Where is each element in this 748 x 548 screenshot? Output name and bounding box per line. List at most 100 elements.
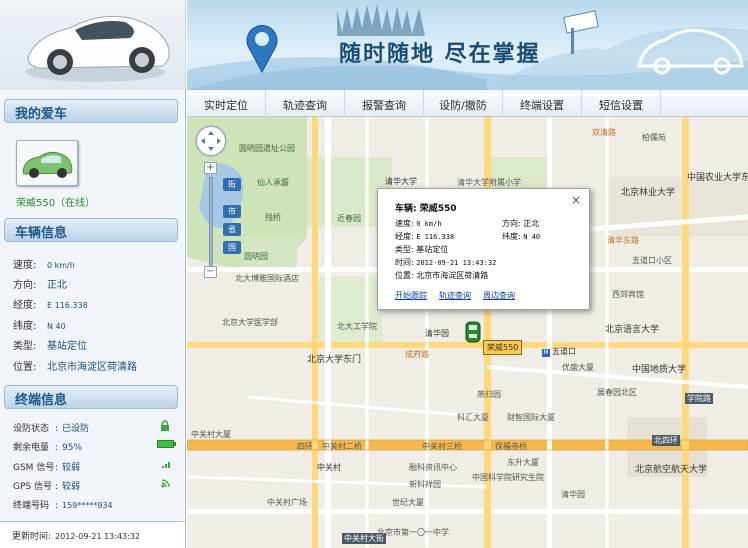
my-car-thumbnail[interactable] [16, 140, 78, 186]
header: 随时随地 尽在掌握 [0, 0, 748, 90]
map-label: 清华园 [425, 329, 449, 338]
battery-row: 剩余电量:95% [13, 440, 176, 453]
car-marker-icon [465, 321, 481, 343]
map-label: 北京航空航天大学 [635, 465, 708, 475]
battery-icon [157, 440, 176, 448]
close-icon[interactable]: × [571, 193, 581, 207]
lock-icon [161, 420, 169, 431]
terminal-info-header: 终端信息 [4, 385, 178, 409]
zoom-level-country[interactable]: 国 [223, 241, 241, 254]
map-label: 世纪大厦 [392, 498, 424, 507]
map-label: 中关村 [317, 463, 341, 472]
map-label: 北京大学医学部 [222, 318, 278, 327]
gps-signal-row: GPS 信号: 较弱 [13, 479, 170, 492]
tab-realtime-location[interactable]: 实时定位 [187, 90, 266, 117]
map-label: 财智国际大厦 [507, 413, 555, 422]
map-label: 科汇大厦 [457, 413, 489, 422]
zoom-level-province[interactable]: 省 [223, 223, 241, 236]
vehicle-latitude-row: 纬度: N 40 [13, 321, 66, 332]
vehicle-info-popup: × 车辆: 荣威550 速度: 0 km/h 方向: 正北 经度: E 116.… [377, 188, 590, 310]
zoom-level-street[interactable]: 街 [223, 178, 241, 191]
map-label: 中国科学院研究生院 [472, 473, 544, 482]
map-label: 中国农业大学东校 [687, 173, 748, 183]
zoom-in-button[interactable]: + [204, 162, 217, 174]
map-label: 清华园 [561, 490, 585, 499]
map[interactable]: 圆明园遗址公园 仙人承露 残桥 近春园 圆明园 清华大学 清华大学附属小学 北大… [187, 117, 748, 548]
map-label: 融科资讯中心 [409, 463, 457, 472]
map-label: 新科祥园 [409, 480, 441, 489]
map-label: 清华东路 [607, 236, 639, 245]
map-label: 北大博雅国际酒店 [235, 274, 299, 283]
tab-track-query[interactable]: 轨迹查询 [266, 90, 345, 117]
popup-type: 类型: 基站定位 [395, 245, 449, 254]
terminal-number-row: 终端号码:159*****934 [13, 501, 113, 511]
map-label: 五道口小区 [632, 256, 672, 265]
map-label: 柏儒苑 [642, 133, 666, 142]
map-label: 北京市第一〇一中学 [377, 528, 449, 537]
header-slogan: 随时随地 尽在掌握 [339, 42, 541, 67]
map-label: 四环 [297, 442, 313, 451]
map-label: 仙人承露 [257, 178, 289, 187]
map-label: 北京大学东门 [307, 355, 362, 365]
gsm-signal-row: GSM 信号: 较弱 [13, 460, 170, 473]
zoom-slider[interactable] [209, 177, 213, 267]
tab-alarm-query[interactable]: 报警查询 [345, 90, 424, 117]
nearby-query-link[interactable]: 周边查询 [483, 290, 515, 301]
map-label: 中国地质大学 [632, 365, 687, 375]
track-query-link[interactable]: 轨迹查询 [439, 290, 471, 301]
map-label: 北大工学院 [337, 322, 377, 331]
header-banner: 随时随地 尽在掌握 [187, 0, 748, 90]
map-label: 圆明园 [244, 252, 268, 261]
map-label-wudaokou: M 五道口 [542, 347, 576, 357]
popup-title: 车辆: 荣威550 [395, 204, 457, 214]
vehicle-longitude-row: 经度: E 116.338 [13, 300, 88, 311]
map-label: 北京语言大学 [605, 325, 660, 335]
map-label: 燕归园 [477, 390, 501, 399]
signal-icon [162, 462, 170, 468]
zoom-level-city[interactable]: 市 [223, 205, 241, 218]
my-car-name[interactable]: 荣威550（在线） [16, 194, 95, 209]
arm-status-row: 设防状态: 已设防 [13, 420, 169, 434]
map-label: 双清路 [592, 128, 616, 137]
gps-signal-icon [161, 479, 170, 488]
map-label: 近春园 [337, 214, 361, 223]
vehicle-speed-row: 速度: 0 km/h [13, 260, 75, 271]
map-label: 北四环 [652, 435, 680, 446]
map-label: 清华大学 [385, 177, 417, 186]
map-label: 残桥 [265, 213, 281, 222]
update-time: 更新时间: 2012-09-21 13:43:32 [0, 521, 185, 548]
pan-control[interactable] [196, 126, 226, 156]
green-car-icon [17, 141, 77, 185]
vehicle-position-row: 位置: 北京市海淀区荷清路 [13, 362, 137, 373]
popup-position: 位置: 北京市海淀区荷清路 [395, 271, 489, 280]
map-label: 东升大厦 [507, 458, 539, 467]
map-label: 中关村二桥 [322, 442, 362, 451]
vehicle-marker-label[interactable]: 荣威550 [483, 340, 523, 355]
map-label: 优盛大厦 [562, 363, 594, 372]
map-label: 保福寺桥 [495, 442, 527, 451]
pan-arrows-icon [201, 131, 221, 151]
map-label: 学院路 [685, 393, 713, 404]
tab-terminal-settings[interactable]: 终端设置 [503, 90, 582, 117]
white-car-icon [25, 15, 170, 82]
map-label: 展春园北区 [597, 388, 637, 397]
popup-direction: 方向: 正北 [502, 219, 540, 228]
map-label: 圆明园遗址公园 [239, 144, 295, 153]
zoom-out-button[interactable]: − [204, 266, 217, 278]
start-tracking-link[interactable]: 开始跟踪 [395, 290, 427, 301]
tab-arm-disarm[interactable]: 设防/撤防 [424, 90, 503, 117]
my-car-header: 我的爱车 [4, 99, 178, 123]
location-pin-icon [246, 25, 278, 74]
map-label: 清华大学附属小学 [457, 178, 521, 187]
map-label: 成府路 [405, 350, 429, 359]
nav-tabs: 实时定位 轨迹查询 报警查询 设防/撤防 终端设置 短信设置 [187, 90, 748, 117]
tab-sms-settings[interactable]: 短信设置 [582, 90, 661, 117]
map-label: 北京林业大学 [621, 188, 676, 198]
map-label: 中关村三桥 [422, 442, 462, 451]
map-label: 中关村广场 [267, 498, 307, 507]
header-car-image [0, 0, 186, 90]
vehicle-direction-row: 方向: 正北 [13, 280, 67, 291]
vehicle-type-row: 类型: 基站定位 [13, 341, 87, 352]
popup-longitude: 经度: E 116.338 [395, 232, 455, 241]
popup-speed: 速度: 0 km/h [395, 219, 442, 228]
